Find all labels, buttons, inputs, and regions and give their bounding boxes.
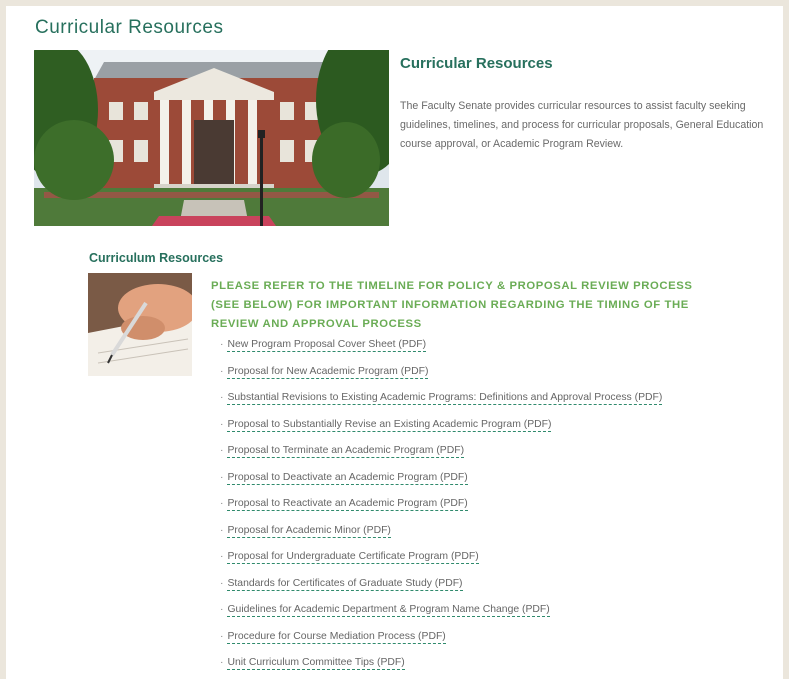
page-title: Curricular Resources <box>35 17 224 38</box>
bullet: · <box>220 577 224 589</box>
list-item: · Proposal to Reactivate an Academic Prog… <box>220 498 662 525</box>
document-link[interactable]: Proposal for Undergraduate Certificate P… <box>227 551 479 564</box>
section-heading: Curriculum Resources <box>89 251 224 265</box>
list-item: · Procedure for Course Mediation Process … <box>220 630 662 658</box>
document-link[interactable]: Proposal to Substantially Revise an Exis… <box>227 418 552 432</box>
building-photo <box>34 50 389 226</box>
list-item: · New Program Proposal Cover Sheet (PDF) <box>220 339 662 366</box>
list-item: · Guidelines for Academic Department & Pr… <box>220 604 662 631</box>
bullet: · <box>220 339 224 350</box>
bullet: · <box>220 471 224 483</box>
document-link[interactable]: Unit Curriculum Committee Tips (PDF) <box>227 657 405 670</box>
list-item: · Proposal for Undergraduate Certificate … <box>220 551 662 578</box>
bullet: · <box>220 418 224 430</box>
bullet: · <box>220 551 224 562</box>
list-item: · Proposal to Substantially Revise an Exi… <box>220 418 662 446</box>
hero-heading: Curricular Resources <box>400 55 553 72</box>
list-item: · Proposal to Deactivate an Academic Prog… <box>220 471 662 499</box>
list-item: · Standards for Certificates of Graduate … <box>220 577 662 605</box>
list-item: · Proposal for Academic Minor (PDF) <box>220 524 662 552</box>
document-link[interactable]: Proposal to Terminate an Academic Progra… <box>227 445 465 458</box>
document-link[interactable]: Proposal for Academic Minor (PDF) <box>227 524 391 538</box>
document-link[interactable]: Proposal for New Academic Program (PDF) <box>227 365 429 379</box>
list-item: · Proposal for New Academic Program (PDF) <box>220 365 662 393</box>
timeline-notice: PLEASE REFER TO THE TIMELINE FOR POLICY … <box>211 280 693 330</box>
document-link[interactable]: New Program Proposal Cover Sheet (PDF) <box>227 339 427 352</box>
bullet: · <box>220 630 224 642</box>
page-content: Curricular Resources Curricular Resource… <box>6 6 783 679</box>
bullet: · <box>220 524 224 536</box>
bullet: · <box>220 657 224 668</box>
list-item: · Unit Curriculum Committee Tips (PDF) <box>220 657 662 679</box>
document-link[interactable]: Proposal to Reactivate an Academic Progr… <box>227 498 468 511</box>
document-link[interactable]: Substantial Revisions to Existing Academ… <box>227 392 663 405</box>
bullet: · <box>220 392 224 403</box>
bullet: · <box>220 445 224 456</box>
document-link[interactable]: Standards for Certificates of Graduate S… <box>227 577 463 591</box>
document-link[interactable]: Proposal to Deactivate an Academic Progr… <box>227 471 468 485</box>
list-item: · Proposal to Terminate an Academic Progr… <box>220 445 662 472</box>
hero-description: The Faculty Senate provides curricular r… <box>400 100 764 150</box>
bullet: · <box>220 498 224 509</box>
writing-hand-photo <box>88 273 192 376</box>
document-link[interactable]: Procedure for Course Mediation Process (… <box>227 630 446 644</box>
document-list: · New Program Proposal Cover Sheet (PDF) ·… <box>220 339 663 679</box>
document-link[interactable]: Guidelines for Academic Department & Pro… <box>227 604 550 617</box>
list-item: · Substantial Revisions to Existing Acade… <box>220 392 663 419</box>
bullet: · <box>220 604 224 615</box>
bullet: · <box>220 365 224 377</box>
